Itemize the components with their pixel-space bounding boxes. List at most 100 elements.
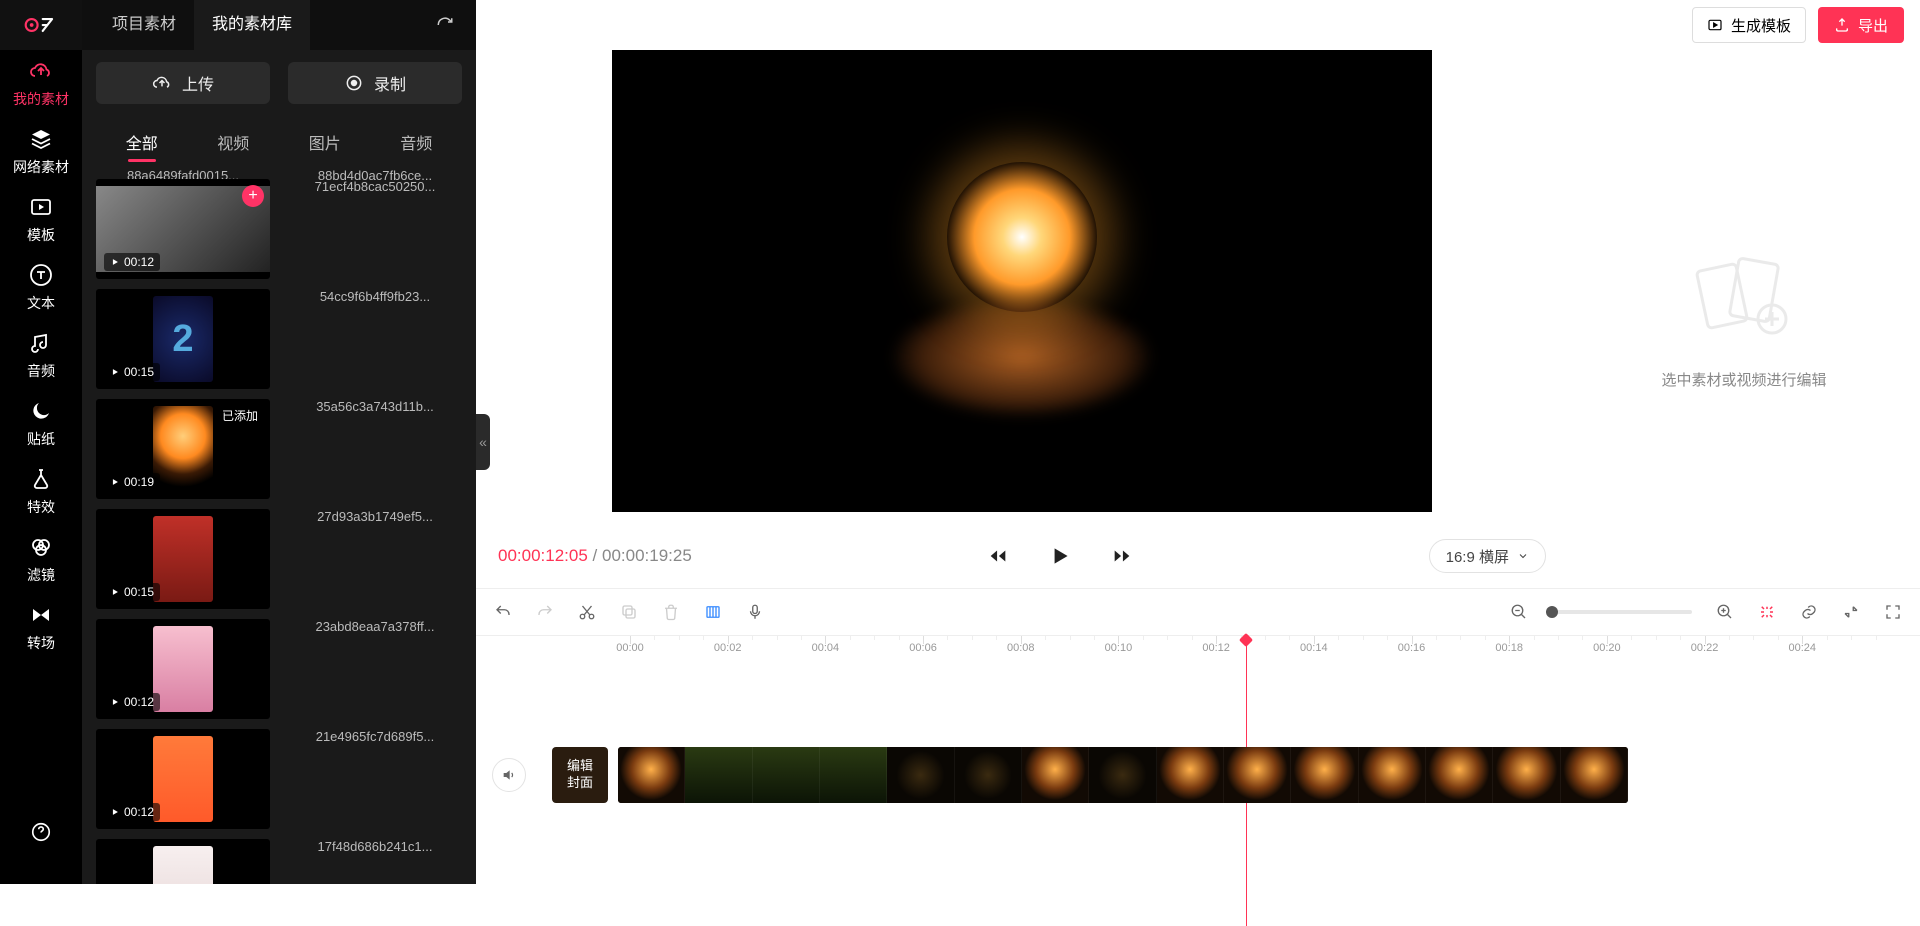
asset-name: 21e4965fc7d689f5... [288, 729, 462, 829]
record-button[interactable]: 录制 [288, 62, 462, 104]
sidebar-item-templates[interactable]: 模板 [0, 186, 82, 254]
added-badge: 已添加 [216, 405, 264, 426]
play-square-icon [1707, 17, 1723, 33]
video-preview[interactable] [612, 50, 1432, 512]
asset-thumbnail[interactable]: 200:15 [96, 289, 270, 389]
sidebar-item-filters[interactable]: 滤镜 [0, 526, 82, 594]
link-button[interactable] [1800, 603, 1818, 621]
cut-button[interactable] [578, 603, 596, 621]
sidebar-item-label: 文本 [27, 293, 55, 313]
aspect-ratio-selector[interactable]: 16:9 横屏 [1429, 539, 1546, 573]
flask-icon [29, 467, 53, 491]
edit-cover-button[interactable]: 编辑 封面 [552, 747, 608, 803]
snap-button[interactable] [704, 603, 722, 621]
undo-button[interactable] [494, 603, 512, 621]
asset-thumbnail[interactable]: 00:12 [96, 619, 270, 719]
tracks-area[interactable]: 编辑 封面 [476, 666, 1920, 884]
fit-button[interactable] [1758, 603, 1776, 621]
asset-name: 35a56c3a743d11b... [288, 399, 462, 499]
collapse-button[interactable] [1842, 603, 1860, 621]
help-icon [29, 820, 53, 844]
next-button[interactable] [1111, 545, 1133, 567]
video-clip[interactable] [618, 747, 1628, 803]
cloud-upload-icon [29, 59, 53, 83]
track-mute-button[interactable] [492, 758, 526, 792]
timeline-tools [476, 588, 1920, 636]
media-tab-image[interactable]: 图片 [279, 120, 371, 164]
fullscreen-button[interactable] [1884, 603, 1902, 621]
asset-name: 71ecf4b8cac50250... [288, 179, 462, 279]
upload-button[interactable]: 上传 [96, 62, 270, 104]
time-display: 00:00:12:05 / 00:00:19:25 [498, 546, 692, 566]
asset-thumbnail[interactable]: 00:13 [96, 839, 270, 884]
asset-thumbnail[interactable]: 00:12 + [96, 179, 270, 279]
asset-name: 27d93a3b1749ef5... [288, 509, 462, 609]
layers-icon [29, 127, 53, 151]
redo-button[interactable] [536, 603, 554, 621]
app-logo [0, 0, 82, 50]
duration-badge: 00:12 [104, 253, 160, 271]
media-tab-all[interactable]: 全部 [96, 120, 188, 164]
export-label: 导出 [1858, 15, 1888, 36]
venn-icon [29, 535, 53, 559]
add-asset-button[interactable]: + [242, 185, 264, 207]
sidebar-item-stickers[interactable]: 贴纸 [0, 390, 82, 458]
sidebar-item-label: 滤镜 [27, 565, 55, 585]
zoom-in-button[interactable] [1716, 603, 1734, 621]
voiceover-button[interactable] [746, 603, 764, 621]
timeline: 00:0000:0200:0400:0600:0800:1000:1200:14… [476, 588, 1920, 884]
asset-name: 17f48d686b241c1... [288, 839, 462, 884]
zoom-out-button[interactable] [1510, 603, 1528, 621]
generate-template-label: 生成模板 [1731, 15, 1791, 36]
chevron-left-double-icon: « [479, 434, 487, 450]
media-tab-audio[interactable]: 音频 [371, 120, 463, 164]
sidebar-item-text[interactable]: 文本 [0, 254, 82, 322]
export-button[interactable]: 导出 [1818, 7, 1904, 43]
export-icon [1834, 17, 1850, 33]
music-icon [29, 331, 53, 355]
sidebar-item-net-assets[interactable]: 网络素材 [0, 118, 82, 186]
sidebar-item-label: 特效 [27, 497, 55, 517]
sidebar-help[interactable] [0, 798, 82, 866]
moon-icon [29, 399, 53, 423]
media-tab-video[interactable]: 视频 [188, 120, 280, 164]
panel-tabs: 项目素材 我的素材库 [82, 0, 476, 50]
sidebar-item-label: 网络素材 [13, 157, 69, 177]
asset-gallery[interactable]: 88a6489fafd0015... 88bd4d0ac7fb6ce... 00… [82, 164, 476, 884]
asset-thumbnail[interactable]: 00:19已添加 [96, 399, 270, 499]
collapse-panel-handle[interactable]: « [476, 414, 490, 470]
refresh-button[interactable] [426, 16, 464, 34]
inspector-panel: 选中素材或视频进行编辑 [1568, 50, 1920, 588]
empty-state-icon [1684, 249, 1804, 349]
copy-button[interactable] [620, 603, 638, 621]
topbar: 生成模板 导出 [476, 0, 1920, 50]
main-area: 生成模板 导出 00:00:12:05 / 00:00:19:25 [476, 0, 1920, 884]
zoom-slider[interactable] [1552, 610, 1692, 614]
inspector-hint: 选中素材或视频进行编辑 [1661, 369, 1826, 390]
generate-template-button[interactable]: 生成模板 [1692, 7, 1806, 43]
sidebar-item-audio[interactable]: 音频 [0, 322, 82, 390]
tab-project-assets[interactable]: 项目素材 [94, 0, 194, 50]
playback-controls: 00:00:12:05 / 00:00:19:25 16:9 横屏 [476, 524, 1568, 588]
asset-thumbnail[interactable]: 00:15 [96, 509, 270, 609]
cloud-upload-icon [152, 73, 172, 93]
record-label: 录制 [374, 71, 406, 95]
preview-content [922, 181, 1122, 381]
panel-actions: 上传 录制 [82, 50, 476, 116]
play-button[interactable] [1047, 543, 1073, 569]
delete-button[interactable] [662, 603, 680, 621]
sidebar-item-label: 我的素材 [13, 89, 69, 109]
time-ruler[interactable]: 00:0000:0200:0400:0600:0800:1000:1200:14… [476, 636, 1920, 666]
sidebar-item-transition[interactable]: 转场 [0, 594, 82, 662]
sidebar-item-my-assets[interactable]: 我的素材 [0, 50, 82, 118]
text-icon [29, 263, 53, 287]
asset-thumbnail[interactable]: 00:12 [96, 729, 270, 829]
tab-my-library[interactable]: 我的素材库 [194, 0, 310, 50]
current-time: 00:00:12:05 [498, 546, 588, 565]
sidebar-item-effects[interactable]: 特效 [0, 458, 82, 526]
asset-name: 54cc9f6b4ff9fb23... [288, 289, 462, 389]
prev-button[interactable] [987, 545, 1009, 567]
sidebar-item-label: 模板 [27, 225, 55, 245]
sidebar-item-label: 转场 [27, 633, 55, 653]
preview-stage: 00:00:12:05 / 00:00:19:25 16:9 横屏 [476, 50, 1568, 588]
